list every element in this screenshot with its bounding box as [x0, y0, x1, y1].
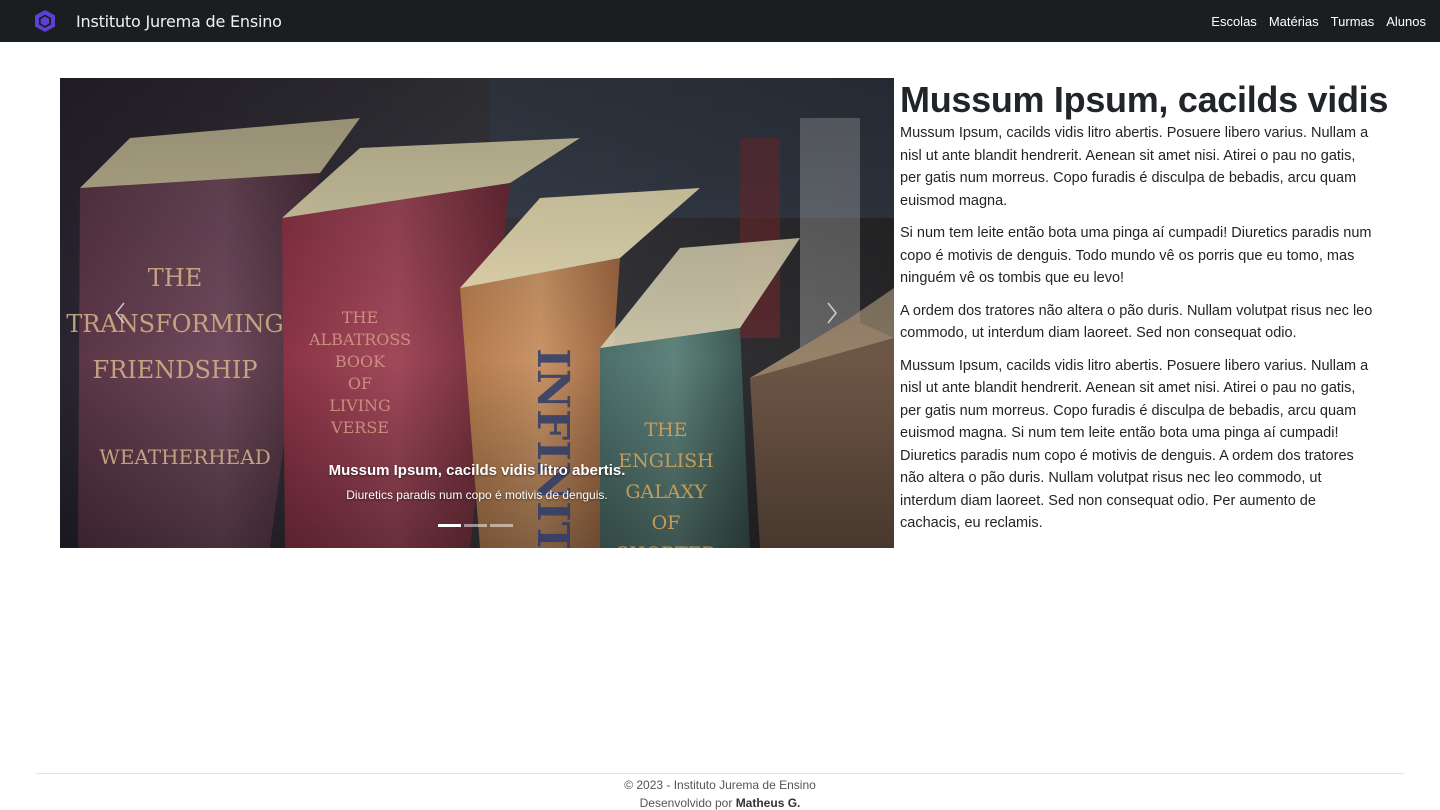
content-paragraph-1: Mussum Ipsum, cacilds vidis litro aberti…	[900, 125, 1369, 209]
carousel-caption-text: Diuretics paradis num copo é motivis de …	[346, 488, 608, 502]
carousel-indicator-3[interactable]	[490, 524, 513, 527]
nav-link-escolas[interactable]: Escolas	[1211, 14, 1257, 29]
navbar: Instituto Jurema de Ensino Escolas Matér…	[0, 0, 1440, 42]
hexagon-logo-icon	[35, 10, 55, 32]
svg-text:INFINITE: INFINITE	[527, 348, 578, 548]
footer-divider	[36, 773, 1404, 774]
footer-copyright: © 2023 - Instituto Jurema de Ensino	[624, 778, 816, 792]
carousel-prev-button[interactable]	[100, 298, 140, 328]
footer: © 2023 - Instituto Jurema de Ensino Dese…	[0, 776, 1440, 810]
carousel-indicator-2[interactable]	[464, 524, 487, 527]
footer-credits: Desenvolvido por Matheus G.	[0, 794, 1440, 810]
footer-credits-prefix: Desenvolvido por	[639, 796, 733, 810]
content-title: Mussum Ipsum, cacilds vidis	[900, 79, 1389, 120]
carousel-indicator-1[interactable]	[438, 524, 461, 527]
brand-link[interactable]: Instituto Jurema de Ensino	[32, 8, 282, 34]
main-content: Mussum Ipsum, cacilds vidis Mussum Ipsum…	[900, 78, 1389, 545]
chevron-right-icon	[827, 302, 837, 324]
chevron-left-icon	[115, 302, 125, 324]
nav-link-turmas[interactable]: Turmas	[1331, 14, 1375, 29]
footer-developer-name: Matheus G.	[735, 796, 801, 810]
brand-name: Instituto Jurema de Ensino	[76, 11, 282, 31]
nav-link-alunos[interactable]: Alunos	[1386, 14, 1426, 29]
content-paragraph-4: Mussum Ipsum, cacilds vidis litro aberti…	[900, 357, 1369, 532]
carousel-caption-title: Mussum Ipsum, cacilds vidis litro aberti…	[328, 462, 626, 479]
image-carousel[interactable]: THE TRANSFORMING FRIENDSHIP WEATHERHEAD THE…	[60, 78, 894, 548]
content-paragraph-3: A ordem dos tratores não altera o pão du…	[900, 302, 1373, 342]
content-paragraph-2: Si num tem leite então bota uma pinga aí…	[900, 225, 1372, 286]
carousel-next-button[interactable]	[812, 298, 852, 328]
carousel-indicators	[438, 524, 516, 527]
nav-links: Escolas Matérias Turmas Alunos	[1199, 0, 1426, 42]
nav-link-materias[interactable]: Matérias	[1269, 14, 1319, 29]
